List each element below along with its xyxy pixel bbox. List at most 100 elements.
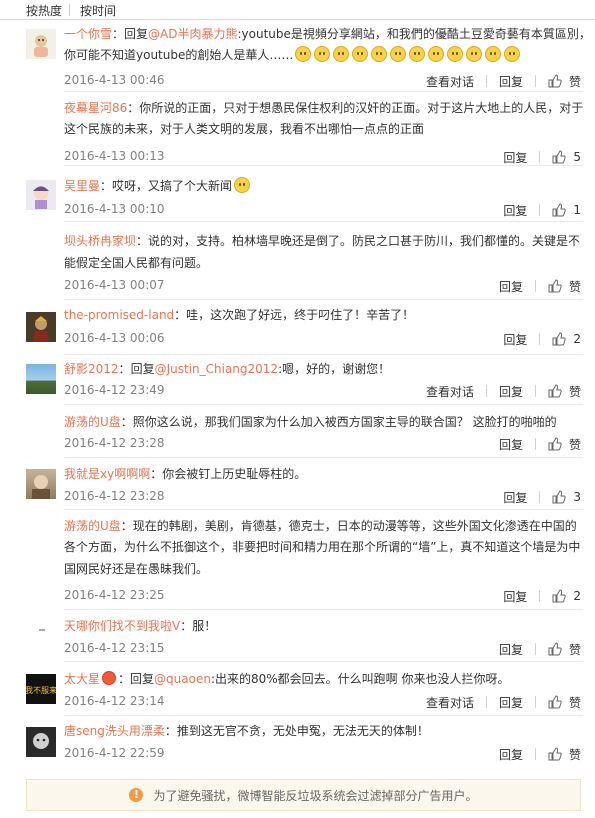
avatar[interactable] bbox=[26, 727, 56, 757]
thumbs-up-icon bbox=[548, 279, 562, 293]
reply-button[interactable]: 回复 bbox=[503, 331, 527, 348]
comment-username[interactable]: the-promised-land bbox=[64, 308, 174, 322]
avatar[interactable] bbox=[26, 180, 56, 210]
comment-time: 2016-4-12 23:14 bbox=[64, 694, 165, 708]
view-conversation-link[interactable]: 查看对话 bbox=[426, 383, 474, 400]
comment-text-segment: ： bbox=[118, 362, 131, 376]
sort-by-hot-tab[interactable]: 按热度 bbox=[26, 2, 62, 19]
like-count: 赞 bbox=[568, 74, 581, 89]
like-button[interactable]: 赞 bbox=[548, 73, 581, 90]
comment-text-line: 一个你雪：回复@AD半肉暴力熊:youtube是視頻分享網站，和我們的優酷土豆愛… bbox=[64, 24, 591, 44]
reply-button[interactable]: 回复 bbox=[499, 436, 523, 453]
mention-link[interactable]: @quaoen bbox=[154, 672, 211, 686]
like-button[interactable]: 1 bbox=[552, 203, 581, 217]
comment-username[interactable]: 坝头桥冉家坝 bbox=[64, 234, 136, 248]
comment-text-line: the-promised-land：哇，这次跑了好远，终于叼住了！辛苦了！ bbox=[64, 305, 414, 325]
comment-text: 国网民好还是在愚昧我们。 bbox=[64, 562, 208, 576]
comment-text-segment: 这个民族的未来，对于人类文明的发展，我看不出哪怕一点点的正面 bbox=[64, 122, 425, 136]
comment-time: 2016-4-12 23:28 bbox=[64, 436, 165, 450]
like-button[interactable]: 赞 bbox=[548, 746, 581, 763]
action-divider bbox=[534, 643, 536, 655]
comment-time: 2016-4-12 22:59 bbox=[64, 746, 165, 760]
comment-text: ：说的对，支持。柏林墙早晚还是倒了。防民之口甚于防川，我们都懂的。关键是不 bbox=[136, 234, 580, 248]
mention-link[interactable]: @AD半肉暴力熊 bbox=[148, 27, 237, 41]
action-divider bbox=[485, 75, 487, 87]
like-button[interactable]: 赞 bbox=[548, 641, 581, 658]
mention-link[interactable]: @Justin_Chiang2012 bbox=[155, 362, 278, 376]
action-divider bbox=[539, 204, 541, 216]
like-button[interactable]: 赞 bbox=[548, 383, 581, 400]
sort-by-time-tab[interactable]: 按时间 bbox=[80, 2, 116, 19]
reply-button[interactable]: 回复 bbox=[499, 746, 523, 763]
comment-text: ：回复@AD半肉暴力熊:youtube是視頻分享網站，和我們的優酷土豆愛奇藝有本… bbox=[112, 27, 591, 41]
reply-button[interactable]: 回复 bbox=[503, 202, 527, 219]
like-count: 5 bbox=[573, 150, 581, 164]
like-button[interactable]: 2 bbox=[552, 589, 581, 603]
reply-button[interactable]: 回复 bbox=[503, 149, 527, 166]
view-conversation-link[interactable]: 查看对话 bbox=[426, 73, 474, 90]
comment-username[interactable]: 舒影2012 bbox=[64, 362, 119, 376]
reply-button[interactable]: 回复 bbox=[499, 694, 523, 711]
comment-text-line: 唐seng洗头用漂柔：推到这无官不贪，无处申冤，无法无天的体制！ bbox=[64, 721, 429, 741]
comment-item: the-promised-land：哇，这次跑了好远，终于叼住了！辛苦了！ 20… bbox=[0, 300, 595, 355]
reply-button[interactable]: 回复 bbox=[499, 278, 523, 295]
comment-text: ：服！ bbox=[180, 619, 216, 633]
reply-button[interactable]: 回复 bbox=[499, 383, 523, 400]
comment-username[interactable]: 夜幕星河86 bbox=[64, 101, 127, 115]
comment-item: 吴里曼：哎呀，又搞了个大新闻 2016-4-13 00:10 回复 1 bbox=[0, 166, 595, 222]
comment-item: 天哪你们找不到我啦V：服！ 2016-4-12 23:15 回复 赞 bbox=[0, 610, 595, 662]
comment-text-line: 我就是xy啊啊啊：你会被钉上历史耻辱柱的。 bbox=[64, 464, 306, 484]
comment-text: ：推到这无官不贪，无处申冤，无法无天的体制！ bbox=[165, 724, 429, 738]
comment-username[interactable]: 游荡的U盘 bbox=[64, 519, 121, 533]
comment-username[interactable]: 唐seng洗头用漂柔 bbox=[64, 724, 165, 738]
reply-button[interactable]: 回复 bbox=[499, 641, 523, 658]
reply-button[interactable]: 回复 bbox=[499, 73, 523, 90]
action-divider bbox=[534, 696, 536, 708]
like-button[interactable]: 赞 bbox=[548, 436, 581, 453]
like-button[interactable]: 赞 bbox=[548, 278, 581, 295]
comment-username[interactable]: 一个你雪 bbox=[64, 27, 112, 41]
comment-text-segment: :youtube是視頻分享網站，和我們的優酷土豆愛奇藝有本質區別， bbox=[237, 27, 591, 41]
like-button[interactable]: 5 bbox=[552, 150, 581, 164]
avatar[interactable]: 我不服来 bbox=[26, 674, 56, 704]
like-button[interactable]: 2 bbox=[552, 332, 581, 346]
avatar[interactable] bbox=[26, 312, 56, 342]
like-count: 2 bbox=[573, 589, 581, 603]
view-conversation-link[interactable]: 查看对话 bbox=[426, 694, 474, 711]
reply-button[interactable]: 回复 bbox=[503, 489, 527, 506]
comment-text-segment: ：服！ bbox=[180, 619, 217, 633]
thumbs-up-icon bbox=[548, 642, 562, 656]
like-button[interactable]: 赞 bbox=[548, 694, 581, 711]
comment-text: 这个民族的未来，对于人类文明的发展，我看不出哪怕一点点的正面 bbox=[64, 122, 424, 136]
comment-text-line: 夜幕星河86：你所说的正面，只对于想愚民保住权利的汉奸的正面。对于这片大地上的人… bbox=[64, 98, 583, 118]
comment-username[interactable]: 吴里曼 bbox=[64, 179, 100, 193]
comment-username[interactable]: 我就是xy啊啊啊 bbox=[64, 467, 150, 481]
avatar[interactable] bbox=[26, 364, 56, 394]
emoji-icon bbox=[447, 46, 464, 62]
comment-item: 一个你雪：回复@AD半肉暴力熊:youtube是視頻分享網站，和我們的優酷土豆愛… bbox=[0, 20, 595, 92]
comment-time: 2016-4-12 23:25 bbox=[64, 588, 165, 602]
comment-username[interactable]: 游荡的U盘 bbox=[64, 415, 121, 429]
comment-username[interactable]: 太大星 bbox=[64, 672, 100, 686]
emoji-group bbox=[234, 177, 253, 193]
comment-text: ：现在的韩剧，美剧，肯德基，德克士，日本的动漫等等，这些外国文化渗透在中国的 bbox=[121, 519, 577, 533]
sort-divider bbox=[69, 4, 70, 16]
avatar[interactable] bbox=[26, 469, 56, 499]
action-divider bbox=[534, 75, 536, 87]
comment-text-segment: ：哎呀，又搞了个大新闻 bbox=[100, 179, 233, 193]
like-count: 2 bbox=[573, 332, 581, 346]
emoji-icon bbox=[295, 46, 312, 62]
comment-username[interactable]: 天哪你们找不到我啦V bbox=[64, 619, 180, 633]
reply-button[interactable]: 回复 bbox=[503, 588, 527, 605]
comment-text-segment: :嗯，好的，谢谢您！ bbox=[278, 362, 391, 376]
like-button[interactable]: 3 bbox=[552, 490, 581, 504]
comment-time: 2016-4-12 23:28 bbox=[64, 489, 165, 503]
avatar[interactable] bbox=[26, 618, 56, 648]
avatar-text: 我不服来 bbox=[26, 685, 56, 695]
avatar[interactable] bbox=[26, 29, 56, 59]
notice-text: 为了避免骚扰，微博智能反垃圾系统会过滤掉部分广告用户。 bbox=[153, 788, 478, 803]
emoji-icon bbox=[234, 177, 251, 193]
action-divider bbox=[485, 385, 487, 397]
comment-text-segment: ：哇，这次跑了好远，终于叼住了！辛苦了！ bbox=[174, 308, 415, 322]
comment-actions: 查看对话 回复 赞 bbox=[426, 71, 581, 91]
